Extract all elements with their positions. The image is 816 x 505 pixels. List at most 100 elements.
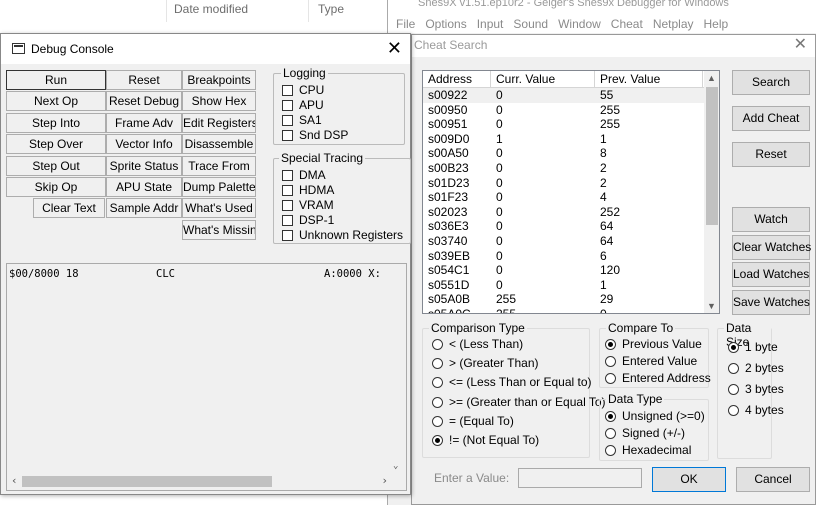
load-watches-button[interactable]: Load Watches xyxy=(732,262,810,287)
ok-button[interactable]: OK xyxy=(652,467,726,492)
radio-greater-than[interactable]: > (Greater Than) xyxy=(432,356,538,370)
radio-less-than[interactable]: < (Less Than) xyxy=(432,337,523,351)
vertical-scrollbar[interactable]: ⌄ xyxy=(389,265,405,473)
checkbox-vram[interactable]: VRAM xyxy=(282,198,334,212)
clear-watches-button[interactable]: Clear Watches xyxy=(732,235,811,260)
enter-value-input[interactable] xyxy=(518,468,642,488)
column-previous-value[interactable]: Prev. Value xyxy=(595,71,703,87)
radio-2-bytes[interactable]: 2 bytes xyxy=(728,361,784,375)
step-over-button[interactable]: Step Over xyxy=(6,134,106,155)
table-row[interactable]: s05A0C 255 0 xyxy=(423,307,719,313)
dump-palette-button[interactable]: Dump Palette xyxy=(182,177,256,197)
menu-help[interactable]: Help xyxy=(702,16,737,33)
reset-button[interactable]: Reset xyxy=(732,142,810,167)
radio-3-bytes[interactable]: 3 bytes xyxy=(728,382,784,396)
radio-less-equal[interactable]: <= (Less Than or Equal to) xyxy=(432,375,592,389)
checkbox-hdma[interactable]: HDMA xyxy=(282,183,334,197)
checkbox-sa1[interactable]: SA1 xyxy=(282,113,322,127)
radio-1-byte[interactable]: 1 byte xyxy=(728,340,778,354)
sprite-status-button[interactable]: Sprite Status xyxy=(106,155,182,176)
menu-cheat[interactable]: Cheat xyxy=(609,16,651,33)
scroll-thumb[interactable] xyxy=(706,87,718,225)
table-row[interactable]: s03740 0 64 xyxy=(423,234,719,249)
step-out-button[interactable]: Step Out xyxy=(6,155,106,176)
scroll-down-icon[interactable]: ▼ xyxy=(707,301,716,311)
radio-signed[interactable]: Signed (+/-) xyxy=(605,426,685,440)
radio-greater-equal[interactable]: >= (Greater than or Equal To) xyxy=(432,395,606,409)
frame-adv-button[interactable]: Frame Adv xyxy=(106,112,182,133)
horizontal-scrollbar[interactable]: ‹ › xyxy=(8,473,391,489)
table-row[interactable]: s01F23 0 4 xyxy=(423,190,719,205)
table-row[interactable]: s02023 0 252 xyxy=(423,205,719,220)
radio-unsigned[interactable]: Unsigned (>=0) xyxy=(605,409,705,423)
radio-previous-value[interactable]: Previous Value xyxy=(605,337,702,351)
radio-entered-value[interactable]: Entered Value xyxy=(605,354,697,368)
clear-text-button[interactable]: Clear Text xyxy=(33,198,105,219)
scroll-right-icon[interactable]: › xyxy=(381,474,388,487)
table-row[interactable]: s05A0B 255 29 xyxy=(423,292,719,307)
close-icon[interactable]: ✕ xyxy=(794,35,807,55)
scroll-up-icon[interactable]: ▲ xyxy=(707,73,716,83)
column-current-value[interactable]: Curr. Value xyxy=(491,71,595,87)
cancel-button[interactable]: Cancel xyxy=(736,467,810,492)
scroll-left-icon[interactable]: ‹ xyxy=(11,474,18,487)
checkbox-snd-dsp[interactable]: Snd DSP xyxy=(282,128,348,142)
skip-op-button[interactable]: Skip Op xyxy=(6,177,106,197)
table-row[interactable]: s054C1 0 120 xyxy=(423,263,719,278)
save-watches-button[interactable]: Save Watches xyxy=(732,290,810,315)
reset-debug-button[interactable]: Reset Debug xyxy=(106,91,182,112)
scroll-thumb[interactable] xyxy=(22,476,272,487)
scroll-down-icon[interactable]: ⌄ xyxy=(393,461,398,471)
what-s-missing-button[interactable]: What's Missing xyxy=(182,219,256,240)
checkbox-apu[interactable]: APU xyxy=(282,98,324,112)
list-scrollbar[interactable]: ▲ ▼ xyxy=(704,71,719,313)
edit-registers-button[interactable]: Edit Registers xyxy=(182,112,256,133)
vector-info-button[interactable]: Vector Info xyxy=(106,134,182,155)
sample-addr-button[interactable]: Sample Addr xyxy=(106,198,182,219)
add-cheat-button[interactable]: Add Cheat xyxy=(732,106,810,131)
trace-from-button[interactable]: Trace From xyxy=(182,155,256,176)
close-icon[interactable]: ✕ xyxy=(387,38,402,59)
disassemble-button[interactable]: Disassemble xyxy=(182,134,256,155)
cheat-results-list[interactable]: Address Curr. Value Prev. Value s00922 0 5… xyxy=(422,70,720,314)
table-row[interactable]: s009D0 1 1 xyxy=(423,132,719,147)
checkbox-dsp1[interactable]: DSP-1 xyxy=(282,213,334,227)
column-date-modified[interactable]: Date modified xyxy=(174,2,248,16)
table-row[interactable]: s00922 0 55 xyxy=(423,88,719,103)
menu-window[interactable]: Window xyxy=(556,16,609,33)
run-button[interactable]: Run xyxy=(6,70,106,90)
radio-equal[interactable]: = (Equal To) xyxy=(432,414,514,428)
checkbox-dma[interactable]: DMA xyxy=(282,168,326,182)
watch-button[interactable]: Watch xyxy=(732,207,810,232)
show-hex-button[interactable]: Show Hex xyxy=(182,91,256,112)
reset-button[interactable]: Reset xyxy=(106,70,182,90)
menu-options[interactable]: Options xyxy=(423,16,474,33)
table-row[interactable]: s00B23 0 2 xyxy=(423,161,719,176)
column-type[interactable]: Type xyxy=(318,2,344,16)
table-row[interactable]: s00A50 0 8 xyxy=(423,146,719,161)
radio-hexadecimal[interactable]: Hexadecimal xyxy=(605,443,691,457)
checkbox-cpu[interactable]: CPU xyxy=(282,83,324,97)
menu-file[interactable]: File xyxy=(394,16,423,33)
table-row[interactable]: s01D23 0 2 xyxy=(423,176,719,191)
breakpoints-button[interactable]: Breakpoints xyxy=(182,70,256,90)
menu-netplay[interactable]: Netplay xyxy=(651,16,702,33)
table-row[interactable]: s0551D 0 1 xyxy=(423,278,719,293)
debug-output[interactable]: $00/8000 18 CLC A:0000 X: ‹ › ⌄ xyxy=(6,263,407,491)
table-row[interactable]: s039EB 0 6 xyxy=(423,249,719,264)
what-s-used-button[interactable]: What's Used xyxy=(182,198,256,219)
table-row[interactable]: s00950 0 255 xyxy=(423,103,719,118)
step-into-button[interactable]: Step Into xyxy=(6,112,106,133)
menu-sound[interactable]: Sound xyxy=(511,16,556,33)
column-address[interactable]: Address xyxy=(423,71,491,87)
search-button[interactable]: Search xyxy=(732,70,810,95)
table-row[interactable]: s00951 0 255 xyxy=(423,117,719,132)
menu-input[interactable]: Input xyxy=(475,16,512,33)
apu-state-button[interactable]: APU State xyxy=(106,177,182,197)
table-row[interactable]: s036E3 0 64 xyxy=(423,219,719,234)
radio-not-equal[interactable]: != (Not Equal To) xyxy=(432,433,539,447)
checkbox-unknown-registers[interactable]: Unknown Registers xyxy=(282,228,403,242)
next-op-button[interactable]: Next Op xyxy=(6,91,106,112)
radio-entered-address[interactable]: Entered Address xyxy=(605,371,711,385)
radio-4-bytes[interactable]: 4 bytes xyxy=(728,403,784,417)
